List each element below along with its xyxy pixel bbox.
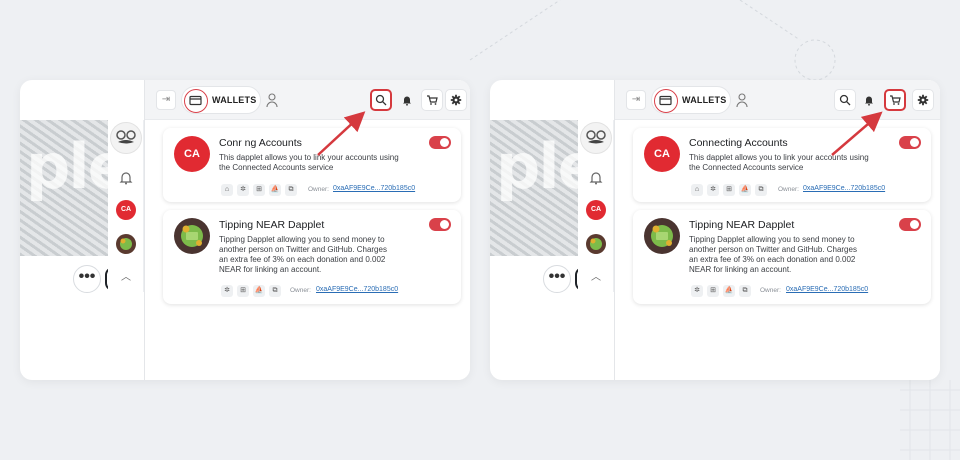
dapplets-overlay: ⇥ WALLETS CA Conr ng Accounts This dappl… xyxy=(144,80,470,380)
cart-icon[interactable]: ⊞ xyxy=(707,285,719,297)
wallets-label: WALLETS xyxy=(212,95,257,105)
bell-icon[interactable] xyxy=(118,170,134,186)
ship-icon[interactable]: ⛵ xyxy=(253,285,265,297)
mustache-logo-icon[interactable] xyxy=(110,122,142,154)
gear-icon[interactable] xyxy=(445,89,467,111)
exit-icon[interactable]: ⇥ xyxy=(156,90,176,110)
screenshot-panel-right: plet ••• CA ︿ ⇥ WALLETS CA Connecting Ac… xyxy=(490,80,940,380)
dapplet-toggle[interactable] xyxy=(899,136,921,149)
wallet-card-icon xyxy=(184,89,208,113)
copy-icon[interactable]: ⧉ xyxy=(739,285,751,297)
wallet-card-icon xyxy=(654,89,678,113)
copy-icon[interactable]: ⧉ xyxy=(755,184,767,196)
owner-link[interactable]: 0xaAF9E9Ce...720b185c0 xyxy=(316,286,398,293)
ship-icon[interactable]: ⛵ xyxy=(739,184,751,196)
card-title: Conr ng Accounts xyxy=(219,137,302,149)
dapplet-toggle[interactable] xyxy=(429,218,451,231)
connected-accounts-avatar: CA xyxy=(174,136,210,172)
owner-label: Owner: xyxy=(308,186,329,193)
card-title: Tipping NEAR Dapplet xyxy=(689,219,795,231)
collapse-icon[interactable]: ︿ xyxy=(114,268,138,284)
bell-icon[interactable] xyxy=(858,89,880,111)
card-actions: ✲ ⊞ ⛵ ⧉ xyxy=(221,285,281,297)
owner-link[interactable]: 0xaAF9E9Ce...720b185c0 xyxy=(333,185,415,192)
card-description: Tipping Dapplet allowing you to send mon… xyxy=(689,235,857,274)
wallets-label: WALLETS xyxy=(682,95,727,105)
card-actions: ⌂ ✲ ⊞ ⛵ ⧉ xyxy=(221,184,297,196)
exit-icon[interactable]: ⇥ xyxy=(626,90,646,110)
dapplet-toggle[interactable] xyxy=(899,218,921,231)
ship-icon[interactable]: ⛵ xyxy=(723,285,735,297)
dapplets-overlay: ⇥ WALLETS CA Connecting Accounts This da… xyxy=(614,80,940,380)
card-title: Connecting Accounts xyxy=(689,137,788,149)
more-button[interactable]: ••• xyxy=(73,265,101,293)
card-actions: ⌂ ✲ ⊞ ⛵ ⧉ xyxy=(691,184,767,196)
connected-accounts-avatar[interactable]: CA xyxy=(116,200,136,220)
dapplet-rail: CA ︿ xyxy=(108,120,144,292)
owner-label: Owner: xyxy=(778,186,799,193)
more-button[interactable]: ••• xyxy=(543,265,571,293)
search-icon[interactable] xyxy=(370,89,392,111)
search-icon[interactable] xyxy=(834,89,856,111)
dapplet-card: Tipping NEAR Dapplet Tipping Dapplet all… xyxy=(633,210,931,304)
user-icon[interactable] xyxy=(265,92,279,108)
owner-label: Owner: xyxy=(290,287,311,294)
mustache-logo-icon[interactable] xyxy=(580,122,612,154)
dapplet-card: Tipping NEAR Dapplet Tipping Dapplet all… xyxy=(163,210,461,304)
user-icon[interactable] xyxy=(735,92,749,108)
owner-link[interactable]: 0xaAF9E9Ce...720b185c0 xyxy=(803,185,885,192)
copy-icon[interactable]: ⧉ xyxy=(269,285,281,297)
connected-accounts-avatar: CA xyxy=(644,136,680,172)
screenshot-panel-left: plet ••• CA ︿ ⇥ WALLETS CA Conr ng Accou… xyxy=(20,80,470,380)
overlay-topbar: ⇥ WALLETS xyxy=(145,80,470,120)
cart-icon[interactable] xyxy=(421,89,443,111)
card-description: Tipping Dapplet allowing you to send mon… xyxy=(219,235,387,274)
overlay-topbar: ⇥ WALLETS xyxy=(615,80,940,120)
cart-icon[interactable] xyxy=(884,89,906,111)
tipping-avatar xyxy=(644,218,680,254)
copy-icon[interactable]: ⧉ xyxy=(285,184,297,196)
gear-icon[interactable] xyxy=(912,89,934,111)
bell-icon[interactable] xyxy=(396,89,418,111)
tipping-avatar[interactable] xyxy=(116,234,136,254)
connected-accounts-avatar[interactable]: CA xyxy=(586,200,606,220)
home-icon[interactable]: ⌂ xyxy=(221,184,233,196)
bell-icon[interactable] xyxy=(588,170,604,186)
cart-icon[interactable]: ⊞ xyxy=(237,285,249,297)
owner-label: Owner: xyxy=(760,287,781,294)
cart-icon[interactable]: ⊞ xyxy=(253,184,265,196)
home-icon[interactable]: ⌂ xyxy=(691,184,703,196)
dapplet-card: CA Connecting Accounts This dapplet allo… xyxy=(633,128,931,202)
card-description: This dapplet allows you to link your acc… xyxy=(219,153,399,172)
ship-icon[interactable]: ⛵ xyxy=(269,184,281,196)
dapplet-toggle[interactable] xyxy=(429,136,451,149)
tipping-avatar[interactable] xyxy=(586,234,606,254)
gear-icon[interactable]: ✲ xyxy=(237,184,249,196)
wallets-button[interactable]: WALLETS xyxy=(651,86,731,114)
tipping-avatar xyxy=(174,218,210,254)
gear-icon[interactable]: ✲ xyxy=(707,184,719,196)
card-title: Tipping NEAR Dapplet xyxy=(219,219,325,231)
card-description: This dapplet allows you to link your acc… xyxy=(689,153,869,172)
dapplet-rail: CA ︿ xyxy=(578,120,614,292)
gear-icon[interactable]: ✲ xyxy=(691,285,703,297)
dapplet-card: CA Conr ng Accounts This dapplet allows … xyxy=(163,128,461,202)
card-actions: ✲ ⊞ ⛵ ⧉ xyxy=(691,285,751,297)
wallets-button[interactable]: WALLETS xyxy=(181,86,261,114)
collapse-icon[interactable]: ︿ xyxy=(584,268,608,284)
gear-icon[interactable]: ✲ xyxy=(221,285,233,297)
cart-icon[interactable]: ⊞ xyxy=(723,184,735,196)
owner-link[interactable]: 0xaAF9E9Ce...720b185c0 xyxy=(786,286,868,293)
